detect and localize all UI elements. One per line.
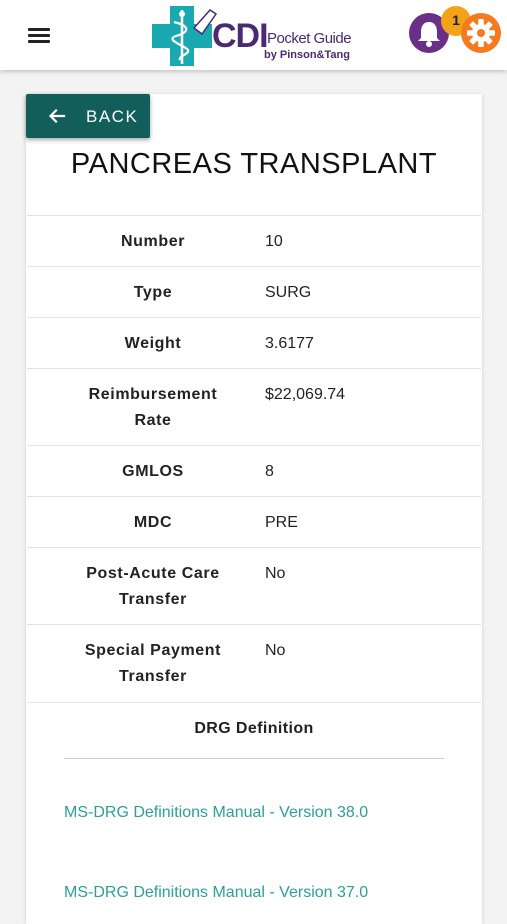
menu-line [28, 40, 50, 43]
caduceus-cross-icon [152, 6, 218, 66]
definitions-manual-link-v38[interactable]: MS-DRG Definitions Manual - Version 38.0 [64, 804, 368, 822]
app-header: CDI Pocket Guide by Pinson&Tang 1 [0, 0, 507, 70]
menu-line [28, 28, 50, 31]
detail-label: Post-Acute Care Transfer [86, 565, 220, 608]
detail-row-number: Number 10 [27, 215, 481, 266]
settings-button[interactable] [461, 13, 501, 53]
detail-label: Number [120, 233, 186, 250]
detail-row-post-acute-care-transfer: Post-Acute Care Transfer No [27, 547, 481, 624]
back-button[interactable]: BACK [26, 94, 150, 138]
page-title: PANCREAS TRANSPLANT [70, 148, 438, 180]
logo-subtitle: Pocket Guide [267, 30, 352, 47]
menu-icon[interactable] [26, 24, 52, 46]
detail-row-reimbursement-rate: Reimbursement Rate $22,069.74 [27, 368, 481, 445]
detail-value: No [265, 565, 286, 582]
detail-value: PRE [265, 514, 298, 531]
detail-row-mdc: MDC PRE [27, 496, 481, 547]
detail-value: $22,069.74 [265, 386, 346, 403]
detail-row-type: Type SURG [27, 266, 481, 317]
divider [64, 758, 444, 759]
detail-label: Special Payment Transfer [84, 642, 222, 685]
detail-value: 8 [265, 463, 274, 480]
logo-wordmark: CDI [212, 17, 269, 55]
app-logo[interactable]: CDI Pocket Guide by Pinson&Tang [150, 4, 360, 68]
details-table: Number 10 Type SURG Weight 3.6177 Reimbu… [27, 215, 481, 701]
detail-label: Type [133, 284, 173, 301]
detail-value: 3.6177 [265, 335, 314, 352]
drg-definition-heading: DRG Definition [27, 702, 481, 758]
logo-byline: by Pinson&Tang [264, 49, 350, 61]
gear-icon [467, 19, 495, 47]
detail-value: 10 [265, 233, 283, 250]
detail-label: MDC [133, 514, 173, 531]
detail-row-weight: Weight 3.6177 [27, 317, 481, 368]
detail-value: No [265, 642, 286, 659]
arrow-left-icon [48, 108, 66, 124]
menu-line [28, 34, 50, 37]
detail-label: Reimbursement Rate [88, 386, 218, 429]
detail-row-special-payment-transfer: Special Payment Transfer No [27, 624, 481, 701]
detail-label: GMLOS [122, 463, 184, 480]
back-button-label: BACK [86, 107, 139, 126]
detail-row-gmlos: GMLOS 8 [27, 445, 481, 496]
detail-label: Weight [124, 335, 182, 352]
definitions-manual-link-v37[interactable]: MS-DRG Definitions Manual - Version 37.0 [64, 884, 368, 902]
detail-value: SURG [265, 284, 312, 301]
